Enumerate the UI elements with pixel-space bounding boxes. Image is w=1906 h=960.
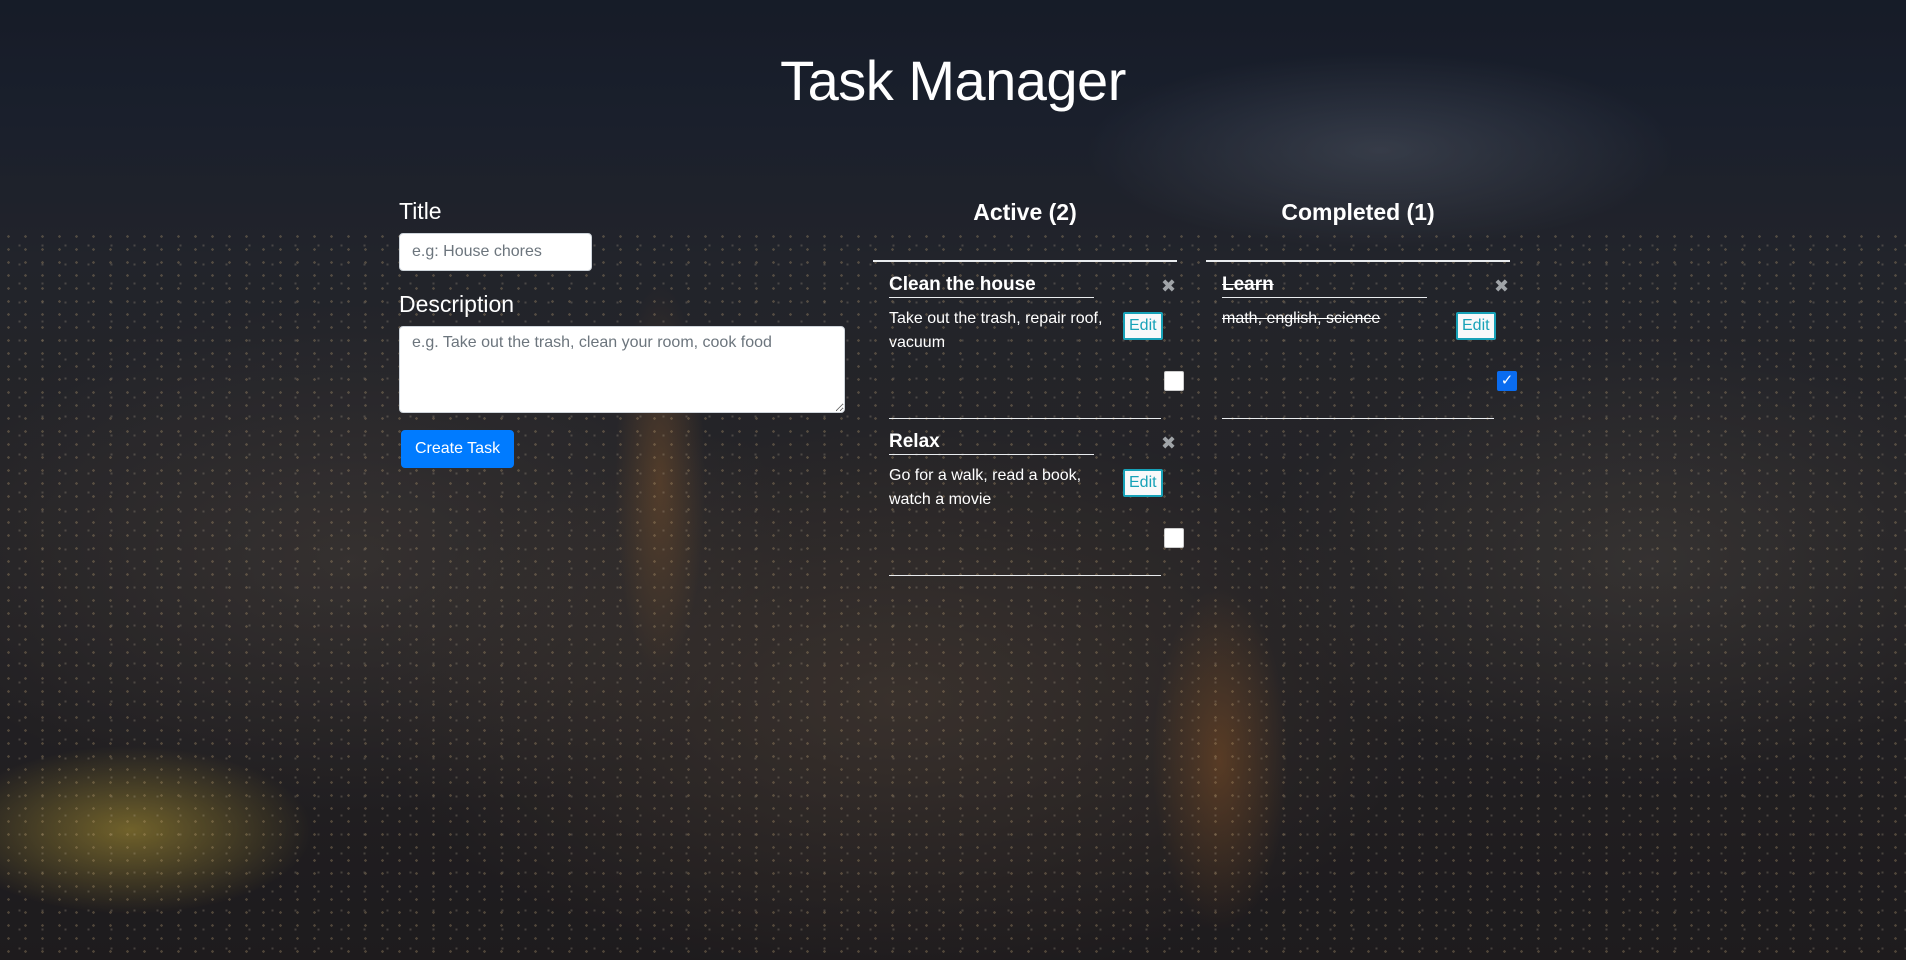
page-title: Task Manager [780, 49, 1126, 112]
checkmark-icon: ✓ [1500, 372, 1514, 389]
complete-task-checkbox[interactable] [1164, 528, 1184, 548]
title-input[interactable] [399, 233, 592, 271]
task-card: Learn ✖ math, english, science Edit ✓ [1222, 262, 1517, 419]
times-icon[interactable]: ✖ [1161, 276, 1176, 296]
task-card: Relax ✖ Go for a walk, read a book, watc… [889, 419, 1184, 576]
create-task-button[interactable]: Create Task [401, 430, 515, 468]
description-label: Description [399, 291, 515, 317]
task-divider [889, 575, 1161, 576]
task-title: Learn [1222, 274, 1427, 298]
task-manager-app: Task Manager Title Description Create Ta… [0, 0, 1906, 960]
active-column: Active (2) Clean the house ✖ Take out th… [873, 198, 1184, 576]
times-icon[interactable]: ✖ [1494, 276, 1509, 296]
completed-column: Completed (1) Learn ✖ math, english, sci… [1206, 198, 1517, 419]
complete-task-checkbox[interactable]: ✓ [1497, 371, 1517, 391]
task-card: Clean the house ✖ Take out the trash, re… [889, 262, 1184, 419]
active-column-header: Active (2) [973, 199, 1077, 225]
edit-task-button[interactable]: Edit [1456, 312, 1496, 340]
edit-task-button[interactable]: Edit [1123, 469, 1163, 497]
task-title: Relax [889, 431, 1094, 455]
completed-column-header: Completed (1) [1281, 199, 1435, 225]
create-task-form: Title Description Create Task [399, 198, 845, 468]
task-description: Go for a walk, read a book, watch a movi… [889, 467, 1082, 508]
times-icon[interactable]: ✖ [1161, 433, 1176, 453]
title-label: Title [399, 198, 442, 224]
task-title: Clean the house [889, 274, 1094, 298]
edit-task-button[interactable]: Edit [1123, 312, 1163, 340]
task-description: Take out the trash, repair roof, vacuum [889, 310, 1103, 351]
complete-task-checkbox[interactable] [1164, 371, 1184, 391]
task-divider [1222, 418, 1494, 419]
description-input[interactable] [399, 326, 845, 413]
task-description: math, english, science [1222, 310, 1381, 327]
